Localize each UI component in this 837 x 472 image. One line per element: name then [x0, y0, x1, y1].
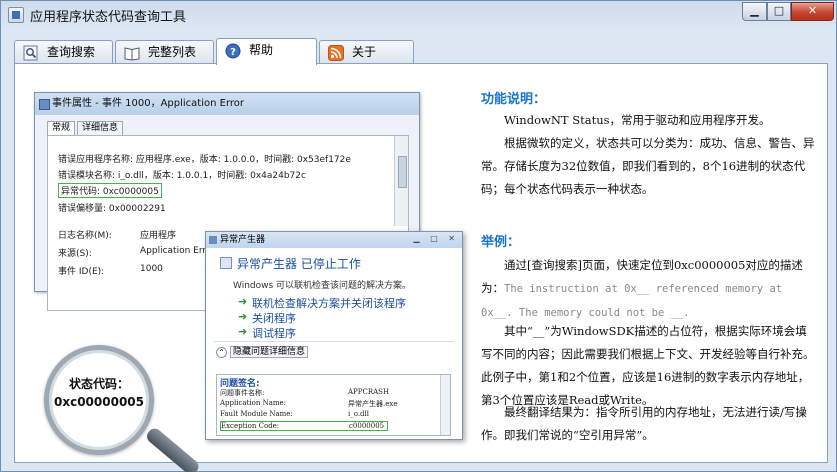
section-example-p2: 其中“__”为WindowSDK描述的占位符，根据实际环境会填写不同的内容；因此… [481, 324, 815, 407]
minimize-button[interactable]: ▁ [742, 2, 767, 21]
event-exception-code: 异常代码: 0xc0000005 [58, 183, 162, 198]
crash-detail-box: 问题签名: 问题事件名称: APPCRASH Application Name: 异… [216, 374, 451, 436]
error-description-template: The instruction at 0x__ referenced memor… [481, 283, 783, 319]
event-scrollbar [394, 136, 408, 226]
tab-about[interactable]: 关于 [319, 40, 414, 64]
crash-dialog-window-buttons: ▁ □ ✕ [413, 234, 459, 243]
tab-search-label: 查询搜索 [47, 45, 96, 59]
crash-detail-value: 异常产生器.exe [348, 400, 398, 408]
section-example-p1: 通过[查询搜索]页面，快速定位到0xc0000005对应的描述为：The ins… [481, 254, 817, 325]
app-window-icon [220, 257, 232, 269]
crash-detail-toggle: ⌃ 隐藏问题详细信息 [216, 346, 309, 360]
crash-detail-toggle-label: 隐藏问题详细信息 [230, 346, 309, 358]
app-window: 应用程序状态代码查询工具 ▁ □ ✕ 查询搜索 完整列表 ? 帮助 关于 事件属… [0, 0, 837, 472]
book-icon [124, 47, 140, 61]
crash-option-debug: 调试程序 [238, 325, 296, 341]
tab-full-list[interactable]: 完整列表 [115, 40, 214, 64]
tab-full-list-label: 完整列表 [148, 45, 197, 59]
magnifier-code: 0xc00000005 [54, 395, 144, 409]
crash-option-check-online: 联机检查解决方案并关闭该程序 [238, 295, 406, 311]
magnifier-icon: 状态代码： 0xc00000005 [44, 345, 154, 455]
event-id-value: 1000 [140, 264, 163, 274]
close-button[interactable]: ✕ [791, 2, 834, 21]
event-log-name-value: 应用程序 [140, 231, 177, 241]
section-example-p3: 最终翻译结果为：指令所引用的内存地址，无法进行读/写操作。即我们常说的“空引用异… [481, 405, 807, 442]
app-icon [8, 7, 24, 23]
tab-help-label: 帮助 [249, 43, 274, 57]
crash-detail-row: Fault Module Name: i_o.dll [220, 410, 369, 418]
event-log-name-label: 日志名称(M): [58, 231, 112, 241]
divider [214, 341, 454, 342]
crash-detail-value: APPCRASH [348, 388, 390, 396]
crash-detail-key: Application Name: [220, 399, 287, 407]
maximize-button[interactable]: □ [767, 2, 791, 21]
event-id-label: 事件 ID(E): [58, 267, 105, 277]
section-example-title: 举例： [481, 235, 521, 250]
section-function-title: 功能说明： [481, 92, 547, 107]
crash-detail-row: Application Name: 异常产生器.exe [220, 399, 397, 408]
event-tab-details: 详细信息 [77, 121, 124, 136]
tab-about-label: 关于 [352, 45, 377, 59]
event-line: 错误模块名称: i_o.dll，版本: 1.0.0.1，时间戳: 0x4a24b… [58, 171, 306, 181]
search-icon [23, 45, 38, 61]
event-source-value: Application Error [140, 246, 216, 256]
crash-detail-value: c0000005 [349, 422, 385, 430]
svg-text:?: ? [230, 47, 236, 58]
tab-help[interactable]: ? 帮助 [216, 38, 317, 65]
crash-detail-scrollbar [440, 375, 450, 435]
crash-dialog-heading: 异常产生器 已停止工作 [237, 257, 361, 271]
crash-detail-key: Fault Module Name: [220, 410, 293, 418]
section-function-p1: WindowNT Status，常用于驱动和应用程序开发。 [504, 113, 771, 127]
event-source-label: 来源(S): [58, 249, 92, 259]
crash-option-close: 关闭程序 [238, 310, 296, 326]
rss-icon [328, 45, 344, 61]
crash-detail-row: 问题事件名称: APPCRASH [220, 388, 389, 398]
crash-detail-row-exception-code: Exception Code: c0000005 [220, 421, 388, 431]
event-tab-general: 常规 [47, 121, 76, 136]
section-function-p2: 根据微软的定义，状态共可以分类为：成功、信息、警告、异常。存储长度为32位数值，… [481, 136, 815, 196]
title-bar[interactable]: 应用程序状态代码查询工具 ▁ □ ✕ [1, 1, 836, 29]
crash-detail-key: 问题事件名称: [220, 389, 265, 397]
chevron-up-icon: ⌃ [216, 346, 227, 358]
crash-dialog-subtext: Windows 可以联机检查该问题的解决方案。 [233, 281, 412, 291]
crash-detail-value: i_o.dll [348, 410, 370, 418]
magnifier-label: 状态代码： [68, 377, 129, 391]
crash-dialog-screenshot: 异常产生器 ▁ □ ✕ 异常产生器 已停止工作 Windows 可以联机检查该问… [205, 231, 463, 440]
crash-detail-key: Exception Code: [221, 422, 280, 430]
tab-search[interactable]: 查询搜索 [14, 40, 113, 64]
event-line: 错误应用程序名称: 应用程序.exe，版本: 1.0.0.0，时间戳: 0x53… [58, 155, 351, 165]
event-window-title: 事件属性 - 事件 1000，Application Error [35, 93, 419, 115]
help-icon: ? [225, 43, 241, 59]
event-line: 错误偏移量: 0x00002291 [58, 204, 166, 214]
window-title: 应用程序状态代码查询工具 [30, 10, 187, 25]
